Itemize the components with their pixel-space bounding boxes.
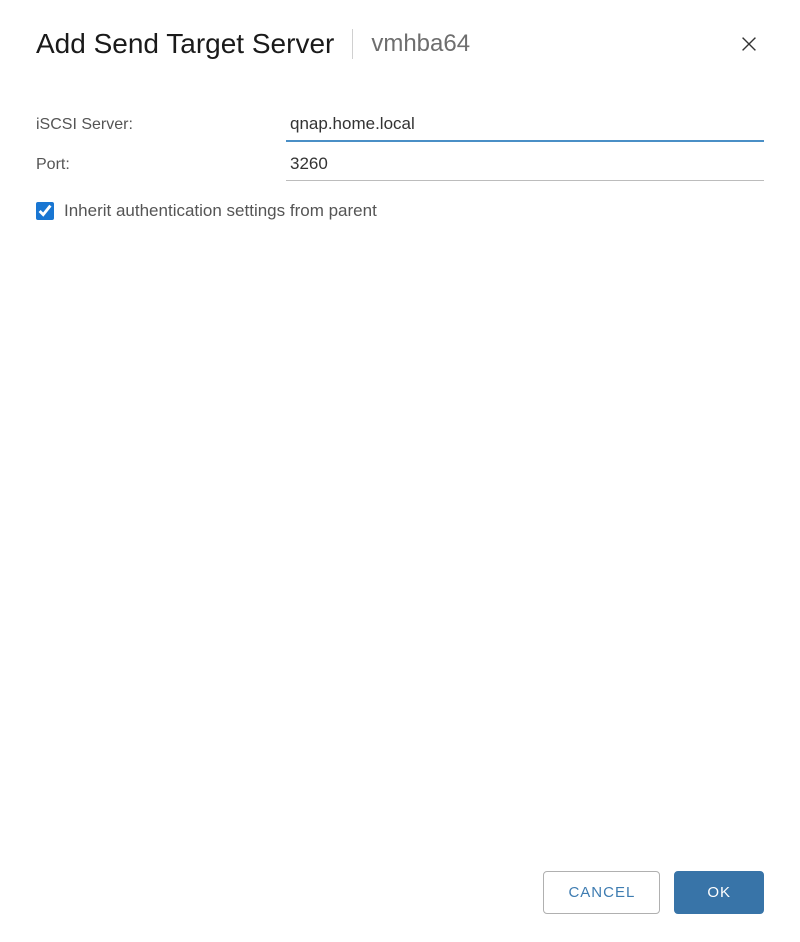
dialog-title: Add Send Target Server xyxy=(36,28,334,60)
dialog-content: iSCSI Server: Port: Inherit authenticati… xyxy=(0,78,800,851)
close-button[interactable] xyxy=(734,29,764,59)
port-input[interactable] xyxy=(286,148,764,181)
ok-button[interactable]: OK xyxy=(674,871,764,914)
inherit-auth-label[interactable]: Inherit authentication settings from par… xyxy=(64,201,377,221)
add-send-target-dialog: Add Send Target Server vmhba64 iSCSI Ser… xyxy=(0,0,800,942)
inherit-auth-checkbox[interactable] xyxy=(36,202,54,220)
title-divider xyxy=(352,29,353,59)
inherit-auth-row: Inherit authentication settings from par… xyxy=(36,201,764,221)
iscsi-server-label: iSCSI Server: xyxy=(36,116,286,134)
cancel-button[interactable]: CANCEL xyxy=(543,871,660,914)
dialog-header: Add Send Target Server vmhba64 xyxy=(0,0,800,78)
port-row: Port: xyxy=(36,148,764,181)
iscsi-server-input[interactable] xyxy=(286,108,764,142)
dialog-footer: CANCEL OK xyxy=(0,851,800,942)
dialog-subtitle: vmhba64 xyxy=(371,30,470,58)
close-icon xyxy=(738,33,760,55)
iscsi-server-row: iSCSI Server: xyxy=(36,108,764,142)
port-label: Port: xyxy=(36,156,286,174)
